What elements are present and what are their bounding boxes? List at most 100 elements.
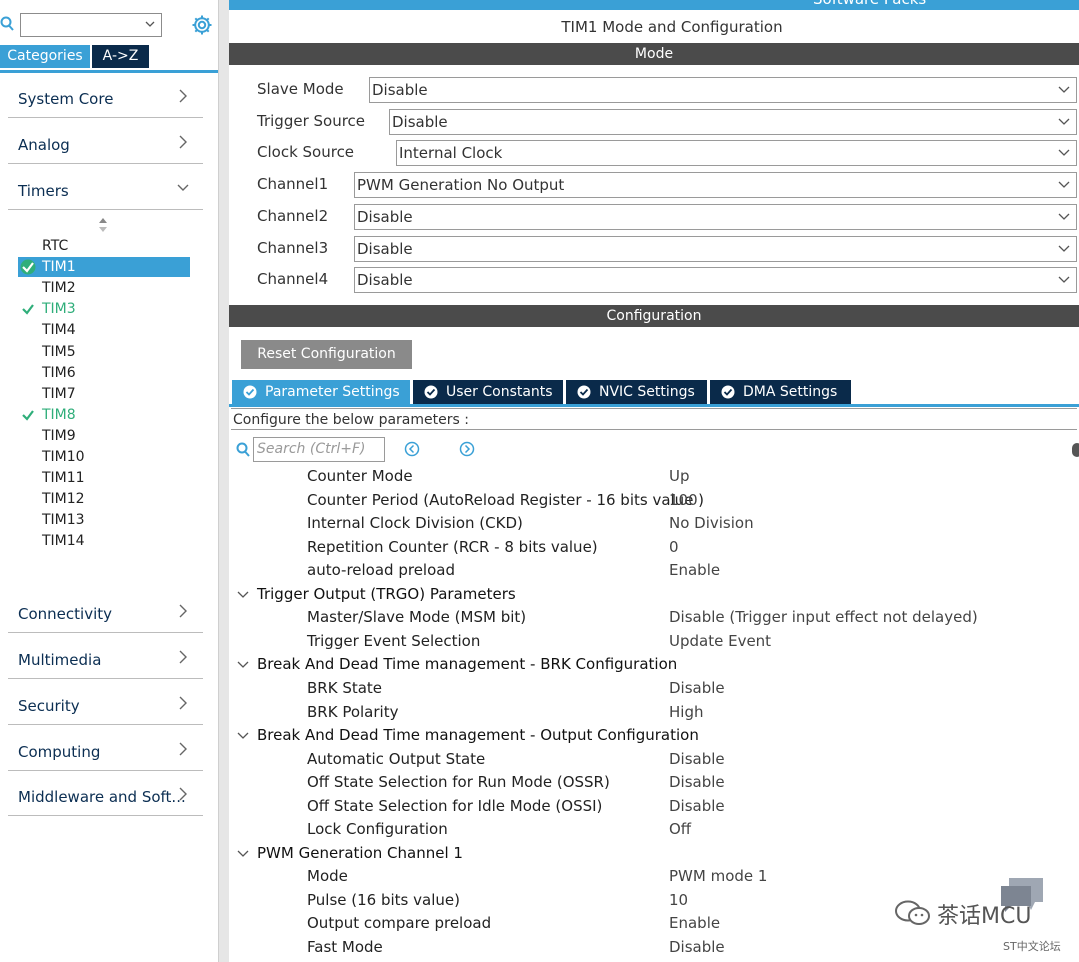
mode-select[interactable]: PWM Generation No Output (354, 172, 1077, 199)
tab-parameter-settings[interactable]: Parameter Settings (232, 380, 410, 404)
parameter-row[interactable]: Lock Configuration Off (229, 820, 1079, 842)
timer-item[interactable]: TIM13 (18, 510, 190, 530)
parameter-value[interactable]: Up (669, 467, 690, 485)
timer-item[interactable]: TIM7 (18, 384, 190, 404)
sidebar-category[interactable]: Middleware and Soft... (8, 775, 203, 816)
previous-match-icon[interactable] (404, 441, 420, 457)
parameter-row[interactable]: Automatic Output State Disable (229, 750, 1079, 772)
chevron-down-icon[interactable] (237, 850, 249, 858)
sidebar-category[interactable]: System Core (8, 77, 203, 118)
parameter-value[interactable]: Off (669, 820, 691, 838)
next-match-icon[interactable] (459, 441, 475, 457)
timer-item[interactable]: TIM3 (18, 299, 190, 319)
timer-item[interactable]: TIM5 (18, 342, 190, 362)
chevron-down-icon[interactable] (1058, 181, 1070, 189)
parameter-value[interactable]: 100 (669, 491, 698, 509)
parameter-value[interactable]: Enable (669, 561, 720, 579)
chevron-right-icon[interactable] (177, 695, 189, 711)
parameter-value[interactable]: Disable (669, 773, 725, 791)
software-packs-label[interactable]: Software Packs (813, 0, 926, 8)
chevron-right-icon[interactable] (177, 649, 189, 665)
chevron-down-icon[interactable] (1058, 149, 1070, 157)
parameter-group[interactable]: Break And Dead Time management - Output … (229, 726, 1079, 748)
chevron-down-icon[interactable] (177, 180, 189, 196)
parameter-value[interactable]: Enable (669, 914, 720, 932)
panel-splitter[interactable] (218, 0, 229, 962)
parameter-row[interactable]: Trigger Event Selection Update Event (229, 632, 1079, 654)
mode-select[interactable]: Disable (354, 235, 1077, 262)
chevron-down-icon[interactable] (237, 591, 249, 599)
mode-select[interactable]: Disable (354, 203, 1077, 230)
chevron-down-icon[interactable] (1058, 276, 1070, 284)
parameter-row[interactable]: Counter Period (AutoReload Register - 16… (229, 491, 1079, 513)
chevron-down-icon[interactable] (1058, 118, 1070, 126)
timer-item[interactable]: TIM12 (18, 489, 190, 509)
timer-item[interactable]: RTC (18, 236, 190, 256)
parameter-row[interactable]: Master/Slave Mode (MSM bit) Disable (Trig… (229, 608, 1079, 630)
tab-categories[interactable]: Categories (0, 45, 90, 68)
parameter-row[interactable]: BRK Polarity High (229, 703, 1079, 725)
parameter-value[interactable]: Disable (669, 750, 725, 768)
timer-item[interactable]: TIM11 (18, 468, 190, 488)
timer-item[interactable]: TIM9 (18, 426, 190, 446)
timer-item[interactable]: TIM2 (18, 278, 190, 298)
parameter-row[interactable]: Repetition Counter (RCR - 8 bits value) 0 (229, 538, 1079, 560)
parameter-row[interactable]: Off State Selection for Idle Mode (OSSI)… (229, 797, 1079, 819)
tab-user-constants[interactable]: User Constants (413, 380, 563, 404)
chevron-down-icon[interactable] (237, 661, 249, 669)
reset-configuration-button[interactable]: Reset Configuration (241, 340, 412, 369)
chevron-down-icon[interactable] (1058, 245, 1070, 253)
parameter-row[interactable]: Internal Clock Division (CKD) No Division (229, 514, 1079, 536)
tab-a-to-z[interactable]: A->Z (92, 45, 149, 68)
search-icon[interactable] (0, 16, 14, 32)
sort-icon[interactable] (96, 216, 110, 234)
sidebar-category[interactable]: Connectivity (8, 592, 203, 633)
parameter-value[interactable]: Disable (669, 797, 725, 815)
sidebar-category[interactable]: Computing (8, 730, 203, 771)
parameter-value[interactable]: PWM mode 1 (669, 867, 767, 885)
parameter-search-input[interactable]: Search (Ctrl+F) (253, 437, 385, 462)
scrollbar-thumb[interactable] (1072, 443, 1079, 457)
timer-item[interactable]: TIM8 (18, 405, 190, 425)
chevron-right-icon[interactable] (177, 134, 189, 150)
parameter-row[interactable]: Off State Selection for Run Mode (OSSR) D… (229, 773, 1079, 795)
mode-select[interactable]: Disable (369, 77, 1077, 103)
search-icon[interactable] (236, 442, 250, 458)
mode-select[interactable]: Disable (389, 108, 1077, 135)
timer-item[interactable]: TIM4 (18, 320, 190, 340)
chevron-right-icon[interactable] (177, 88, 189, 104)
sidebar-category[interactable]: Multimedia (8, 638, 203, 679)
timer-item[interactable]: TIM1 (18, 257, 190, 278)
parameter-value[interactable]: 0 (669, 538, 679, 556)
timer-item[interactable]: TIM10 (18, 447, 190, 467)
chevron-right-icon[interactable] (177, 603, 189, 619)
tab-dma-settings[interactable]: DMA Settings (710, 380, 851, 404)
parameter-value[interactable]: Disable (669, 679, 725, 697)
tab-nvic-settings[interactable]: NVIC Settings (566, 380, 707, 404)
timer-item[interactable]: TIM14 (18, 531, 190, 551)
chevron-right-icon[interactable] (177, 741, 189, 757)
sidebar-category[interactable]: Security (8, 684, 203, 725)
chevron-down-icon[interactable] (237, 732, 249, 740)
parameter-value[interactable]: 10 (669, 891, 688, 909)
parameter-value[interactable]: Disable (Trigger input effect not delaye… (669, 608, 978, 626)
parameter-row[interactable]: BRK State Disable (229, 679, 1079, 701)
chevron-down-icon[interactable] (1058, 86, 1070, 94)
parameter-value[interactable]: High (669, 703, 703, 721)
parameter-row[interactable]: Counter Mode Up (229, 467, 1079, 489)
parameter-group[interactable]: Break And Dead Time management - BRK Con… (229, 655, 1079, 677)
chevron-down-icon[interactable] (145, 19, 155, 29)
parameter-value[interactable]: Update Event (669, 632, 771, 650)
sidebar-search-input[interactable] (20, 13, 162, 37)
timer-item[interactable]: TIM6 (18, 363, 190, 383)
chevron-down-icon[interactable] (1058, 213, 1070, 221)
parameter-row[interactable]: auto-reload preload Enable (229, 561, 1079, 583)
parameter-group[interactable]: PWM Generation Channel 1 (229, 844, 1079, 866)
mode-select[interactable]: Disable (354, 267, 1077, 294)
parameter-value[interactable]: No Division (669, 514, 754, 532)
parameter-group[interactable]: Trigger Output (TRGO) Parameters (229, 585, 1079, 607)
sidebar-category[interactable]: Analog (8, 123, 203, 164)
gear-icon[interactable] (190, 13, 214, 37)
chevron-right-icon[interactable] (177, 786, 189, 802)
sidebar-category[interactable]: Timers (8, 169, 203, 210)
